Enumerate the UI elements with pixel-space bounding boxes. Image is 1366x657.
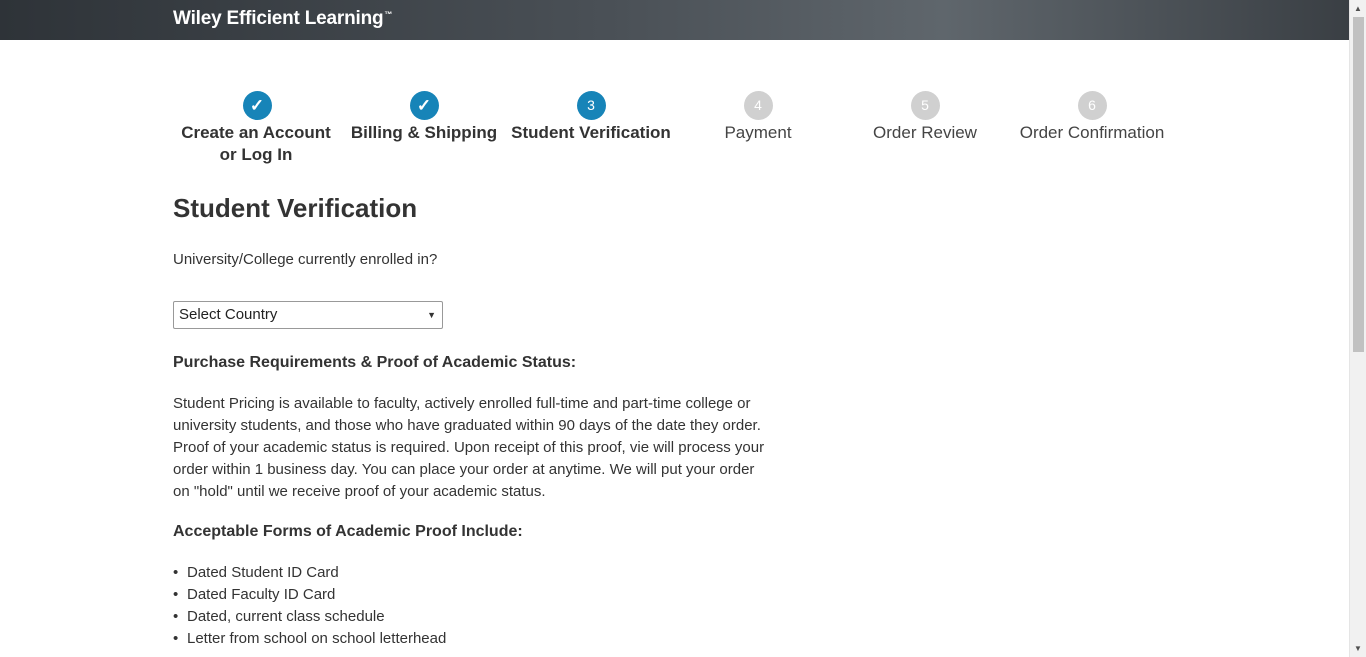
list-item: Dated Faculty ID Card (173, 584, 446, 606)
step-billing-shipping: ✓ Billing & Shipping (340, 91, 508, 144)
proof-heading: Acceptable Forms of Academic Proof Inclu… (173, 523, 523, 540)
proof-forms-list: Dated Student ID Card Dated Faculty ID C… (173, 562, 446, 650)
step-label: Payment (724, 123, 792, 142)
scroll-down-arrow-icon[interactable]: ▼ (1350, 640, 1366, 657)
step-create-account: ✓ Create an Account or Log In (173, 91, 341, 166)
top-header-bar: Wiley Efficient Learning™ (0, 0, 1349, 40)
step-label: Order Review (873, 123, 977, 142)
step-label: Student Verification (511, 123, 671, 142)
step-label: Billing & Shipping (350, 123, 498, 142)
list-item: Dated, current class schedule (173, 606, 446, 628)
brand-logo[interactable]: Wiley Efficient Learning™ (173, 8, 392, 30)
requirements-text: Student Pricing is available to faculty,… (173, 395, 765, 500)
step-order-confirmation: 6 Order Confirmation (1008, 91, 1176, 144)
scroll-up-arrow-icon[interactable]: ▲ (1350, 0, 1366, 17)
country-select[interactable]: Select Country ▼ (173, 301, 443, 329)
requirements-heading: Purchase Requirements & Proof of Academi… (173, 354, 577, 371)
step-number: 4 (743, 91, 773, 120)
step-number: 5 (910, 91, 940, 120)
vertical-scrollbar[interactable]: ▲ ▼ (1349, 0, 1366, 657)
step-payment: 4 Payment (674, 91, 842, 144)
university-question-label: University/College currently enrolled in… (173, 251, 438, 268)
country-select-value: Select Country (179, 306, 278, 323)
step-complete-check-icon: ✓ (242, 91, 272, 120)
step-number: 6 (1077, 91, 1107, 120)
dropdown-arrow-icon: ▼ (427, 310, 436, 320)
step-label: Create an Account or Log In (181, 123, 331, 164)
brand-name: Wiley Efficient Learning (173, 8, 384, 29)
list-item: Dated Student ID Card (173, 562, 446, 584)
step-order-review: 5 Order Review (841, 91, 1009, 144)
list-item: Letter from school on school letterhead (173, 628, 446, 650)
step-student-verification: 3 Student Verification (507, 91, 675, 144)
step-complete-check-icon: ✓ (409, 91, 439, 120)
trademark-symbol: ™ (384, 10, 393, 19)
step-number: 3 (576, 91, 606, 120)
page-title: Student Verification (173, 193, 418, 223)
checkout-progress-steps: ✓ Create an Account or Log In ✓ Billing … (173, 91, 1173, 171)
step-label: Order Confirmation (1019, 123, 1165, 142)
scroll-thumb[interactable] (1353, 17, 1364, 352)
